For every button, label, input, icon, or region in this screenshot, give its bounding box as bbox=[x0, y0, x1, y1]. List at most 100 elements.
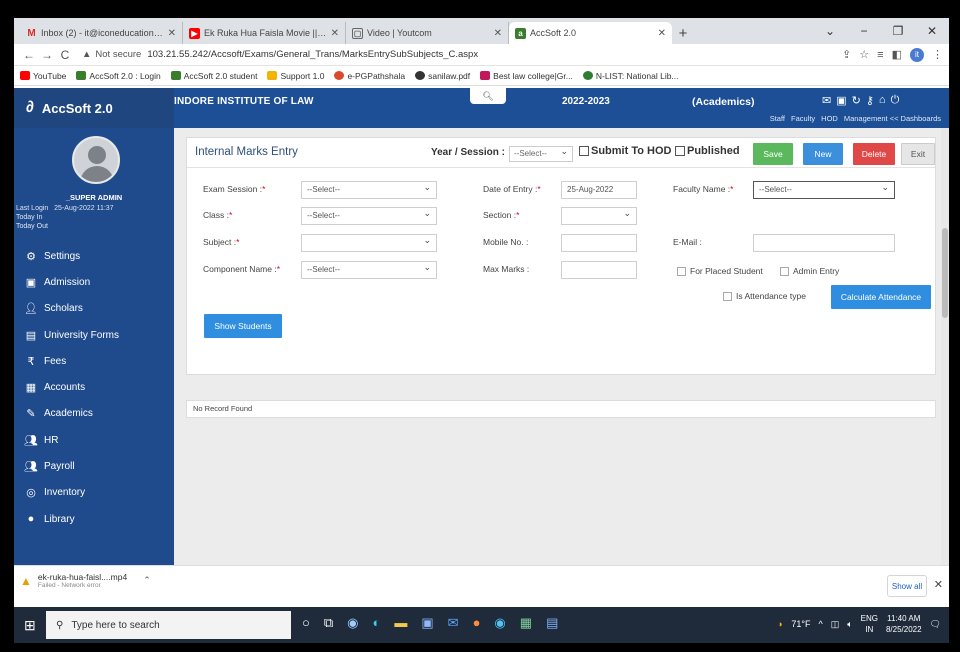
is-attendance-type-checkbox[interactable]: Is Attendance type bbox=[723, 291, 806, 301]
max-marks-input[interactable] bbox=[561, 261, 637, 279]
admin-entry-checkbox[interactable]: Admin Entry bbox=[780, 266, 839, 276]
sidebar-item-inventory[interactable]: ◎ Inventory bbox=[14, 480, 174, 506]
checkbox-box[interactable] bbox=[677, 266, 686, 276]
new-tab-button[interactable]: + bbox=[672, 22, 694, 44]
card-icon[interactable]: ▣ bbox=[836, 94, 846, 107]
exam-session-select[interactable]: --Select-- bbox=[301, 181, 437, 199]
faculty-name-select[interactable]: --Select-- bbox=[753, 181, 895, 199]
star-icon[interactable]: ☆ bbox=[859, 48, 869, 61]
notifications-icon[interactable]: 🗨︎ bbox=[930, 619, 941, 630]
year-session-select[interactable]: --Select-- bbox=[509, 146, 573, 162]
bookmark[interactable]: YouTube bbox=[20, 71, 66, 81]
browser-tab[interactable]: ▢ Video | Youtcom ✕ bbox=[346, 22, 509, 44]
profile-avatar[interactable]: it bbox=[910, 47, 924, 62]
download-item[interactable]: ▲ ek-ruka-hua-faisl....mp4 Failed - Netw… bbox=[20, 572, 151, 589]
network-icon[interactable]: ◫ bbox=[831, 619, 840, 630]
subject-select[interactable] bbox=[301, 234, 437, 252]
show-students-button[interactable]: Show Students bbox=[204, 314, 282, 338]
show-all-button[interactable]: Show all bbox=[887, 575, 927, 597]
sidebar-item-payroll[interactable]: 👥︎ Payroll bbox=[14, 453, 174, 479]
chevron-up-icon[interactable]: ⌃ bbox=[143, 575, 151, 586]
browser-tab[interactable]: ▶ Ek Ruka Hua Faisla Movie || Subt ✕ bbox=[183, 22, 346, 44]
class-select[interactable]: --Select-- bbox=[301, 207, 437, 225]
weather-icon[interactable]: ◗ bbox=[778, 619, 783, 629]
temperature[interactable]: 71°F bbox=[791, 619, 810, 629]
cortana-icon[interactable]: ○ bbox=[302, 615, 310, 631]
sidebar-item-accounts[interactable]: ▦ Accounts bbox=[14, 374, 174, 400]
page-scrollbar[interactable] bbox=[941, 128, 949, 565]
volume-icon[interactable]: 🔈︎ bbox=[847, 619, 852, 630]
bookmark[interactable]: Best law college|Gr... bbox=[480, 71, 573, 81]
close-icon[interactable]: ✕ bbox=[331, 28, 339, 39]
bookmark[interactable]: N-LIST: National Lib... bbox=[582, 71, 679, 81]
delete-button[interactable]: Delete bbox=[853, 143, 895, 165]
app-logo[interactable]: ∂ AccSoft 2.0 bbox=[14, 88, 174, 128]
sidebar-item-academics[interactable]: ✎ Academics bbox=[14, 401, 174, 427]
file-explorer-icon[interactable]: ▬ bbox=[394, 615, 407, 631]
clock[interactable]: 11:40 AM 8/25/2022 bbox=[886, 613, 922, 635]
share-icon[interactable]: ⇪ bbox=[842, 48, 851, 61]
new-button[interactable]: New bbox=[803, 143, 843, 165]
sidebar-item-hr[interactable]: 👥︎ HR bbox=[14, 427, 174, 453]
checkbox-box[interactable] bbox=[780, 266, 789, 276]
chevron-up-icon[interactable]: ^ bbox=[818, 619, 822, 629]
link-dashboards[interactable]: Management << Dashboards bbox=[844, 114, 941, 123]
windows-start-icon[interactable]: ⊞ bbox=[24, 617, 36, 634]
chrome-active-icon[interactable]: ◉ bbox=[494, 615, 505, 631]
forward-icon[interactable]: → bbox=[38, 48, 56, 62]
checkbox-box[interactable] bbox=[723, 291, 732, 301]
address-bar[interactable]: ▲ Not secure 103.21.55.242/Accsoft/Exams… bbox=[82, 46, 834, 64]
close-window-icon[interactable]: ✕ bbox=[915, 18, 949, 44]
save-button[interactable]: Save bbox=[753, 143, 793, 165]
scrollbar-thumb[interactable] bbox=[942, 228, 948, 318]
link-faculty[interactable]: Faculty bbox=[791, 114, 815, 123]
key-icon[interactable]: ⚷ bbox=[866, 94, 874, 107]
sidebar-icon[interactable]: ◧ bbox=[892, 48, 902, 61]
maximize-icon[interactable]: ❐ bbox=[881, 18, 915, 44]
language-indicator[interactable]: ENG IN bbox=[861, 613, 878, 635]
browser-tab[interactable]: M Inbox (2) - it@iconeducation.co ✕ bbox=[20, 22, 183, 44]
component-name-select[interactable]: --Select-- bbox=[301, 261, 437, 279]
sidebar-item-scholars[interactable]: 👤︎ Scholars bbox=[14, 296, 174, 322]
bookmark[interactable]: sanilaw.pdf bbox=[415, 71, 470, 81]
bookmark[interactable]: e-PGPathshala bbox=[334, 71, 405, 81]
link-staff[interactable]: Staff bbox=[770, 114, 785, 123]
chrome-icon[interactable]: ◉ bbox=[347, 615, 358, 631]
task-view-icon[interactable]: ⧉ bbox=[324, 615, 333, 631]
search-toggle[interactable]: 🔍︎ bbox=[470, 88, 506, 104]
date-of-entry-input[interactable]: 25-Aug-2022 bbox=[561, 181, 637, 199]
bookmark[interactable]: Support 1.0 bbox=[267, 71, 324, 81]
calculate-attendance-button[interactable]: Calculate Attendance bbox=[831, 285, 931, 309]
checkbox-box[interactable] bbox=[675, 146, 685, 156]
firefox-icon[interactable]: ● bbox=[473, 615, 481, 631]
published-checkbox[interactable]: Published bbox=[675, 145, 740, 157]
for-placed-student-checkbox[interactable]: For Placed Student bbox=[677, 266, 763, 276]
section-select[interactable] bbox=[561, 207, 637, 225]
sidebar-item-university-forms[interactable]: ▤ University Forms bbox=[14, 322, 174, 348]
mail-icon[interactable]: ✉ bbox=[448, 615, 459, 631]
checkbox-box[interactable] bbox=[579, 146, 589, 156]
bookmark[interactable]: AccSoft 2.0 : Login bbox=[76, 71, 161, 81]
bookmark[interactable]: AccSoft 2.0 student bbox=[170, 71, 257, 81]
edge-icon[interactable]: ◐ bbox=[373, 615, 381, 631]
reading-list-icon[interactable]: ≡ bbox=[877, 49, 883, 61]
tab-search-icon[interactable]: ⌄ bbox=[813, 18, 847, 44]
browser-tab-active[interactable]: a AccSoft 2.0 ✕ bbox=[509, 22, 672, 44]
email-input[interactable] bbox=[753, 234, 895, 252]
sidebar-item-settings[interactable]: ⚙ Settings bbox=[14, 243, 174, 269]
submit-to-hod-checkbox[interactable]: Submit To HOD bbox=[579, 145, 671, 157]
link-hod[interactable]: HOD bbox=[821, 114, 838, 123]
minimize-icon[interactable]: − bbox=[847, 18, 881, 44]
menu-icon[interactable]: ⋮ bbox=[932, 48, 943, 61]
excel-icon[interactable]: ▦ bbox=[520, 615, 532, 631]
exit-button[interactable]: Exit bbox=[901, 143, 935, 165]
sidebar-item-library[interactable]: ● Library bbox=[14, 506, 174, 532]
sidebar-item-admission[interactable]: ▣ Admission bbox=[14, 269, 174, 295]
refresh-icon[interactable]: ↻ bbox=[852, 94, 861, 107]
back-icon[interactable]: ← bbox=[20, 48, 38, 62]
home-icon[interactable]: ⌂ bbox=[879, 94, 886, 107]
reload-icon[interactable]: C bbox=[56, 48, 74, 62]
close-icon[interactable]: ✕ bbox=[658, 28, 666, 39]
store-icon[interactable]: ▣ bbox=[421, 615, 433, 631]
power-icon[interactable]: ⏻ bbox=[891, 94, 900, 107]
